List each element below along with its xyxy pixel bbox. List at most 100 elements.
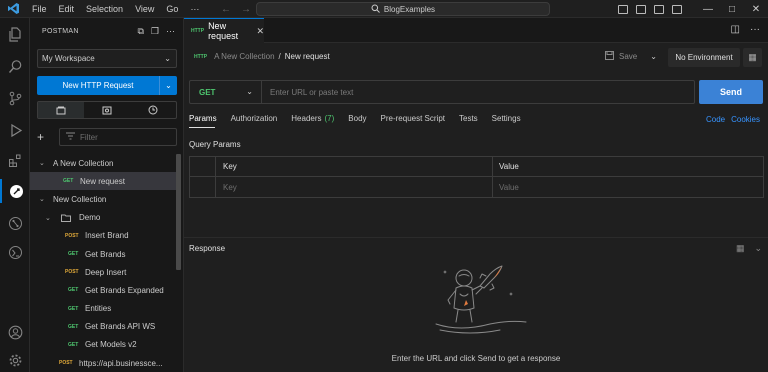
history-view-icon[interactable] xyxy=(130,102,176,118)
method-select[interactable]: GET ⌄ xyxy=(190,81,262,103)
tree-item[interactable]: GET New request xyxy=(30,172,178,191)
back-arrow-icon[interactable]: ← xyxy=(221,4,231,15)
tree-item[interactable]: POST Insert Brand xyxy=(30,227,178,245)
request-header: HTTP A New Collection / New request Save… xyxy=(184,47,768,69)
tab-authorization[interactable]: Authorization xyxy=(231,114,278,128)
explorer-icon[interactable] xyxy=(0,22,30,46)
close-tab-icon[interactable]: ✕ xyxy=(256,26,264,37)
tree-item-label: https://api.businessce... xyxy=(79,358,163,368)
environments-view-icon[interactable] xyxy=(84,102,130,118)
maximize-icon[interactable]: □ xyxy=(720,4,744,15)
method-badge: GET xyxy=(63,178,74,185)
url-bar: GET ⌄ Enter URL or paste text xyxy=(189,80,695,104)
git-graph-icon[interactable] xyxy=(0,211,30,235)
editor-tab-bar: HTTP New request ✕ ◫ ··· xyxy=(184,18,768,43)
new-window-icon[interactable]: ❐ xyxy=(151,26,159,37)
import-icon[interactable]: ⧉ xyxy=(137,26,143,37)
tree-item[interactable]: GET Entities xyxy=(30,300,178,318)
chevron-down-icon: ⌄ xyxy=(246,87,253,96)
tree-item-label: New request xyxy=(80,176,125,186)
forward-arrow-icon[interactable]: → xyxy=(241,4,251,15)
menu-go[interactable]: Go xyxy=(160,0,184,18)
menu-selection[interactable]: Selection xyxy=(80,0,129,18)
cookies-link[interactable]: Cookies xyxy=(731,115,760,124)
new-http-request-label: New HTTP Request xyxy=(62,81,134,90)
search-view-icon[interactable] xyxy=(0,54,30,78)
vscode-logo-icon xyxy=(7,2,20,15)
chevron-down-icon[interactable]: ⌄ xyxy=(754,243,762,254)
tree-item[interactable]: GET Get Brands xyxy=(30,245,178,263)
run-debug-icon[interactable] xyxy=(0,118,30,142)
tree-item-label: Get Brands xyxy=(85,249,126,259)
response-divider[interactable] xyxy=(184,237,768,238)
request-tabs: Params Authorization Headers (7) Body Pre… xyxy=(189,114,535,128)
row-checkbox[interactable] xyxy=(190,177,216,197)
tab-headers[interactable]: Headers (7) xyxy=(291,114,334,128)
new-http-request-button[interactable]: New HTTP Request ⌄ xyxy=(37,76,177,95)
method-badge: POST xyxy=(65,269,79,276)
tab-settings[interactable]: Settings xyxy=(492,114,521,128)
customize-layout-icon[interactable] xyxy=(672,4,682,14)
minimize-icon[interactable]: — xyxy=(696,4,720,15)
menu-view[interactable]: View xyxy=(129,0,160,18)
chevron-down-icon[interactable]: ⌄ xyxy=(650,52,657,61)
tab-body[interactable]: Body xyxy=(348,114,366,128)
url-input[interactable]: Enter URL or paste text xyxy=(262,88,353,97)
tree-item[interactable]: ⌄ A New Collection xyxy=(30,154,178,172)
tree-item-label: Entities xyxy=(85,304,112,314)
tree-item[interactable]: POST Deep Insert xyxy=(30,263,178,281)
more-actions-icon[interactable]: ··· xyxy=(750,24,760,35)
response-actions: ▦ ⌄ xyxy=(736,243,762,254)
add-collection-icon[interactable]: + xyxy=(37,130,51,144)
menu-edit[interactable]: Edit xyxy=(53,0,81,18)
tree-item[interactable]: GET Get Brands Expanded xyxy=(30,281,178,299)
tree-item[interactable]: ⌄ New Collection xyxy=(30,190,178,208)
tree-item[interactable]: POST https://api.businessce... xyxy=(30,354,178,372)
nav-arrows: ← → xyxy=(221,0,251,18)
command-center-search[interactable]: BlogExamples xyxy=(256,2,550,16)
sidebar-scrollbar[interactable] xyxy=(176,154,181,270)
method-badge: GET xyxy=(68,341,79,348)
tree-item[interactable]: GET Get Models v2 xyxy=(30,336,178,354)
toggle-panel-icon[interactable] xyxy=(636,4,646,14)
menu-file[interactable]: File xyxy=(26,0,53,18)
close-window-icon[interactable]: ✕ xyxy=(744,4,768,15)
tab-params[interactable]: Params xyxy=(189,114,217,128)
environment-select[interactable]: No Environment xyxy=(668,48,740,67)
environment-quick-look-icon[interactable]: ▦ xyxy=(743,48,762,67)
table-row: Key Value xyxy=(190,177,763,197)
key-input[interactable]: Key xyxy=(216,177,493,197)
breadcrumb-request[interactable]: New request xyxy=(285,52,330,61)
chevron-down-icon[interactable]: ⌄ xyxy=(159,76,177,95)
layout-toggle-icon[interactable]: ▦ xyxy=(736,243,745,254)
accounts-icon[interactable] xyxy=(0,320,30,344)
tree-item-label: Get Brands Expanded xyxy=(85,285,164,295)
postman-icon[interactable] xyxy=(0,179,30,203)
http-icon: HTTP xyxy=(194,53,208,60)
save-button[interactable]: Save ⌄ xyxy=(605,51,657,62)
toggle-primary-sidebar-icon[interactable] xyxy=(618,4,628,14)
collections-view-icon[interactable] xyxy=(38,102,84,118)
toggle-secondary-sidebar-icon[interactable] xyxy=(654,4,664,14)
value-input[interactable]: Value xyxy=(493,177,763,197)
tab-prerequest-script[interactable]: Pre-request Script xyxy=(381,114,445,128)
workspace-select[interactable]: My Workspace ⌄ xyxy=(37,49,177,68)
collection-tree: ⌄ A New Collection GET New request ⌄ New… xyxy=(30,154,178,372)
extensions-icon[interactable] xyxy=(0,148,30,172)
tab-new-request[interactable]: HTTP New request ✕ xyxy=(184,18,264,43)
code-link[interactable]: Code xyxy=(706,115,725,124)
source-control-icon[interactable] xyxy=(0,86,30,110)
remote-explorer-icon[interactable] xyxy=(0,240,30,264)
breadcrumb-collection[interactable]: A New Collection xyxy=(214,52,274,61)
tree-item[interactable]: GET Get Brands API WS xyxy=(30,318,178,336)
sidebar-view-switcher xyxy=(37,101,177,119)
tab-tests[interactable]: Tests xyxy=(459,114,478,128)
tree-item[interactable]: ⌄ Demo xyxy=(30,209,178,227)
manage-gear-icon[interactable] xyxy=(0,348,30,372)
send-button[interactable]: Send xyxy=(699,80,763,104)
filter-input[interactable]: Filter xyxy=(59,128,177,146)
split-editor-icon[interactable]: ◫ xyxy=(731,24,740,35)
query-params-table: Key Value Key Value xyxy=(189,156,764,198)
menu-more[interactable]: ··· xyxy=(184,0,205,18)
more-actions-icon[interactable]: ··· xyxy=(166,26,175,37)
